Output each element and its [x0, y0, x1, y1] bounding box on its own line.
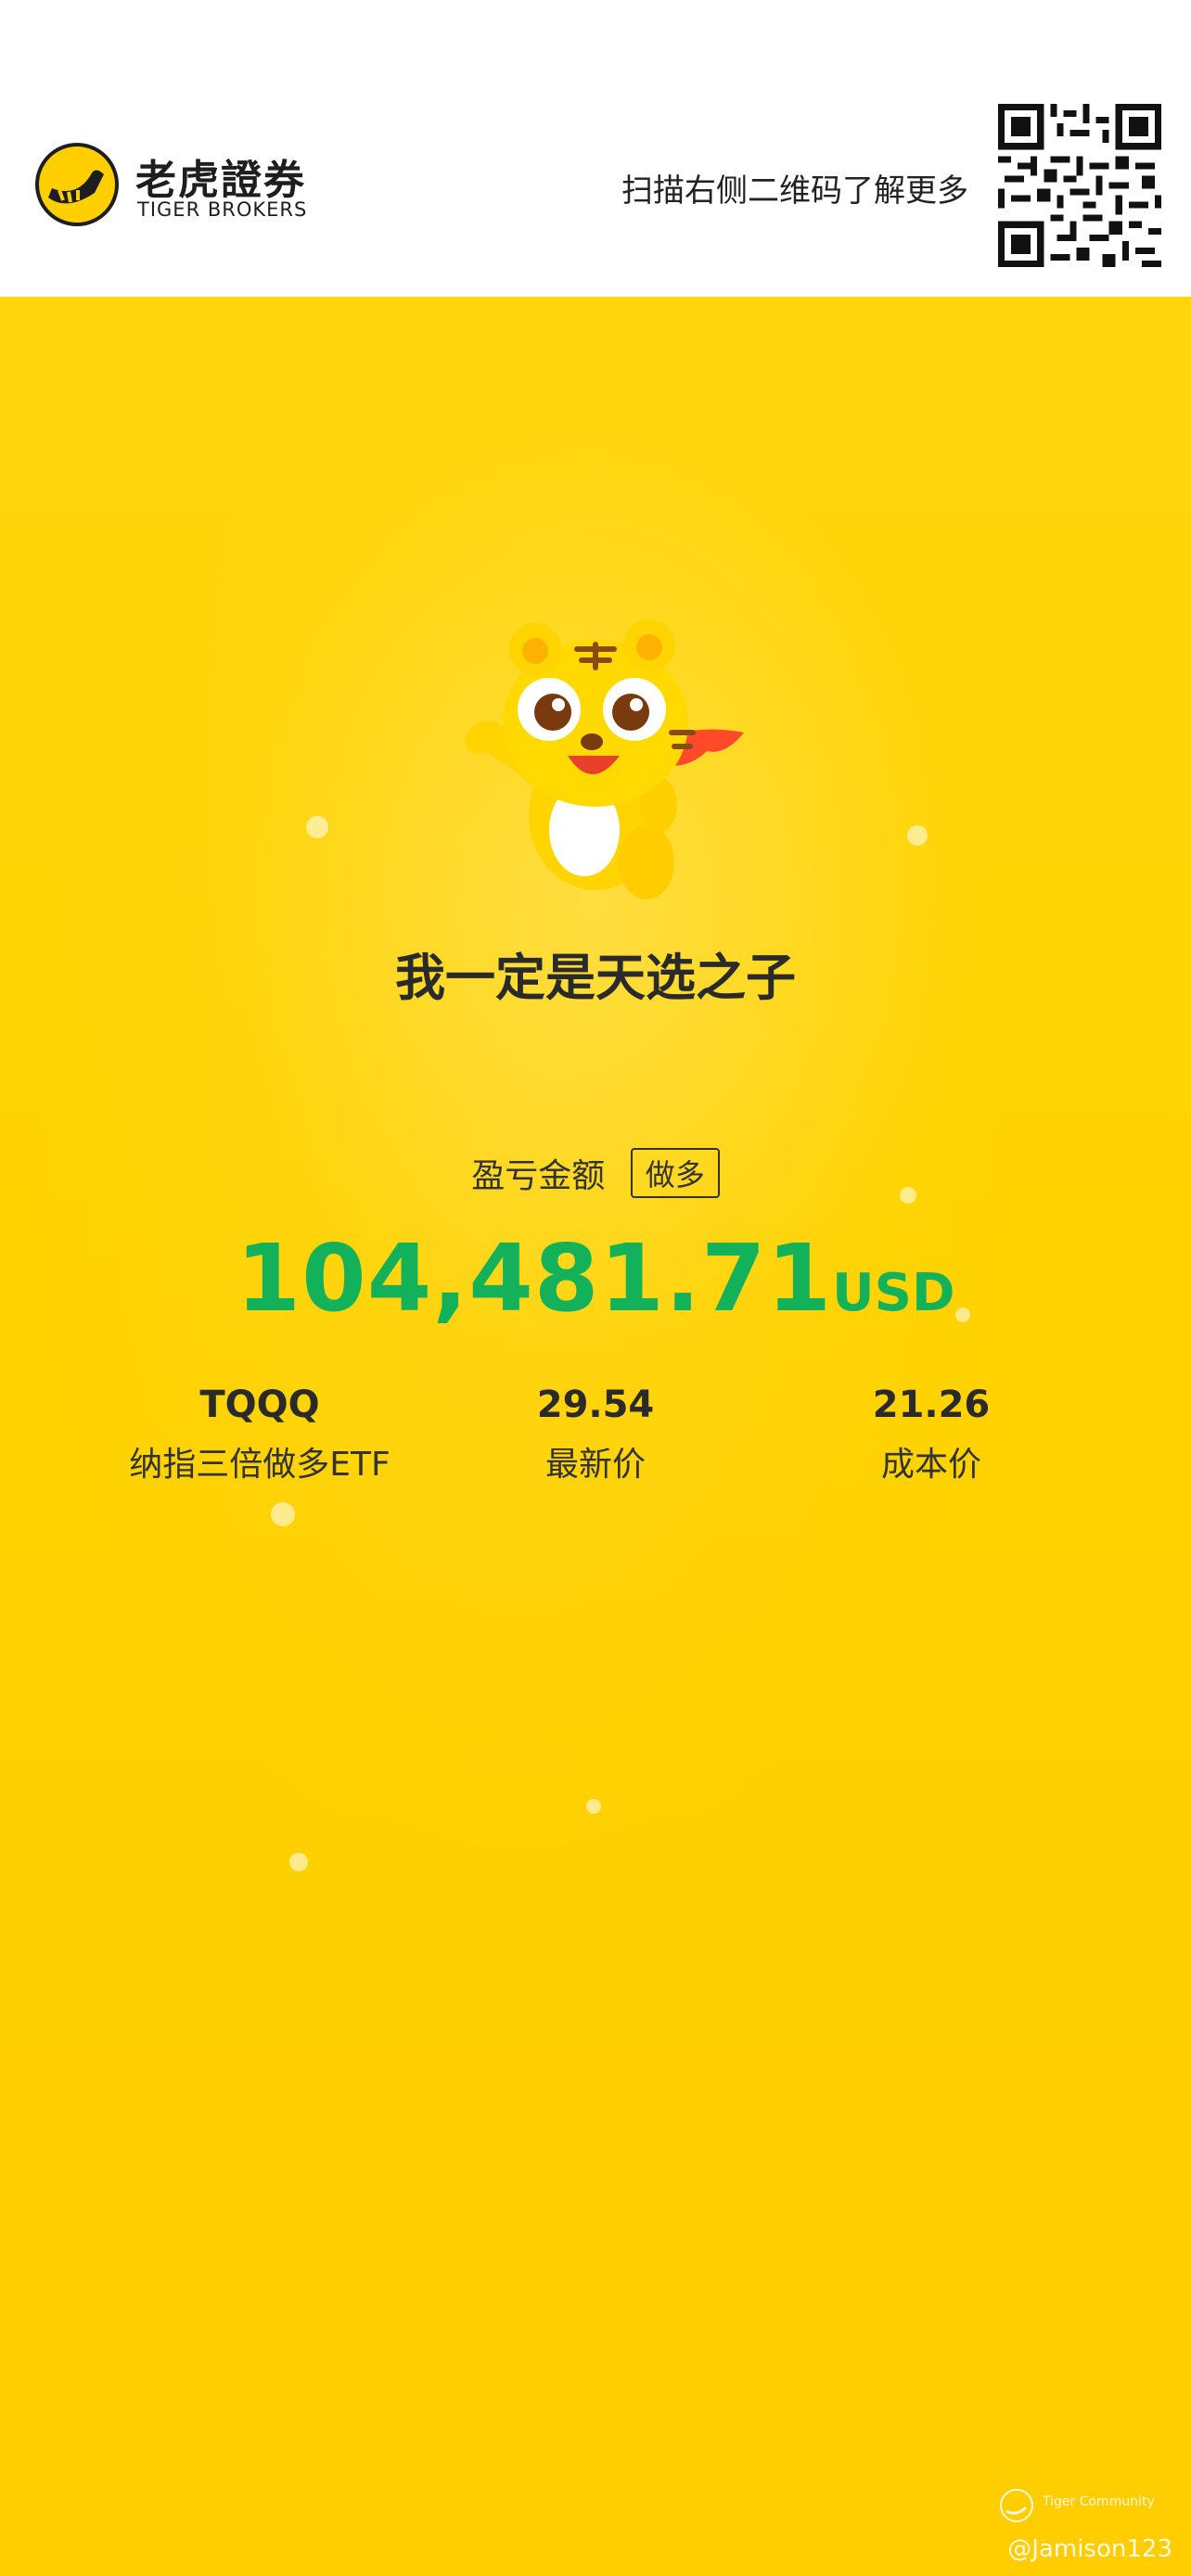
- tiger-community-icon: [1000, 2489, 1033, 2522]
- stat-latest-price: 29.54 最新价: [447, 1384, 744, 1486]
- stat-symbol-label: 纳指三倍做多ETF: [129, 1446, 391, 1484]
- tiger-mascot-icon: [465, 619, 744, 899]
- sparkle-decoration: [306, 816, 328, 838]
- sparkle-decoration: [907, 825, 928, 846]
- sparkle-decoration: [289, 1853, 308, 1871]
- sparkle-decoration: [586, 1799, 601, 1814]
- direction-badge: 做多: [630, 1148, 720, 1198]
- qr-code-icon[interactable]: [998, 104, 1161, 267]
- sparkle-decoration: [271, 1502, 295, 1526]
- pl-amount: 104,481.71USD: [0, 1224, 1191, 1333]
- brand-name-en: TIGER BROKERS: [137, 198, 308, 221]
- share-header: 老虎證券 TIGER BROKERS 扫描右侧二维码了解更多: [0, 0, 1191, 297]
- pl-amount-currency: USD: [832, 1263, 955, 1323]
- stat-latest-price-value: 29.54: [536, 1384, 655, 1426]
- tiger-logo-icon: [35, 143, 119, 226]
- share-poster: 我一定是天选之子 盈亏金额 做多 104,481.71USD TQQQ 纳指三倍…: [0, 297, 1191, 2576]
- pl-label: 盈亏金额: [471, 1157, 606, 1195]
- stat-cost-price-label: 成本价: [880, 1446, 981, 1484]
- username-watermark: @Jamison123: [1007, 2535, 1172, 2563]
- stat-symbol: TQQQ 纳指三倍做多ETF: [111, 1384, 408, 1486]
- brand-name-cn: 老虎證券: [135, 157, 306, 204]
- stat-latest-price-label: 最新价: [544, 1446, 646, 1484]
- community-watermark: Tiger Community: [1043, 2494, 1155, 2509]
- stat-cost-price-value: 21.26: [872, 1384, 991, 1426]
- slogan-text: 我一定是天选之子: [395, 949, 796, 1007]
- scan-tip-text: 扫描右侧二维码了解更多: [621, 172, 968, 210]
- stat-symbol-value: TQQQ: [199, 1384, 320, 1426]
- stat-cost-price: 21.26 成本价: [783, 1384, 1080, 1486]
- pl-label-row: 盈亏金额 做多: [0, 1148, 1191, 1198]
- pl-amount-value: 104,481.71: [236, 1224, 833, 1333]
